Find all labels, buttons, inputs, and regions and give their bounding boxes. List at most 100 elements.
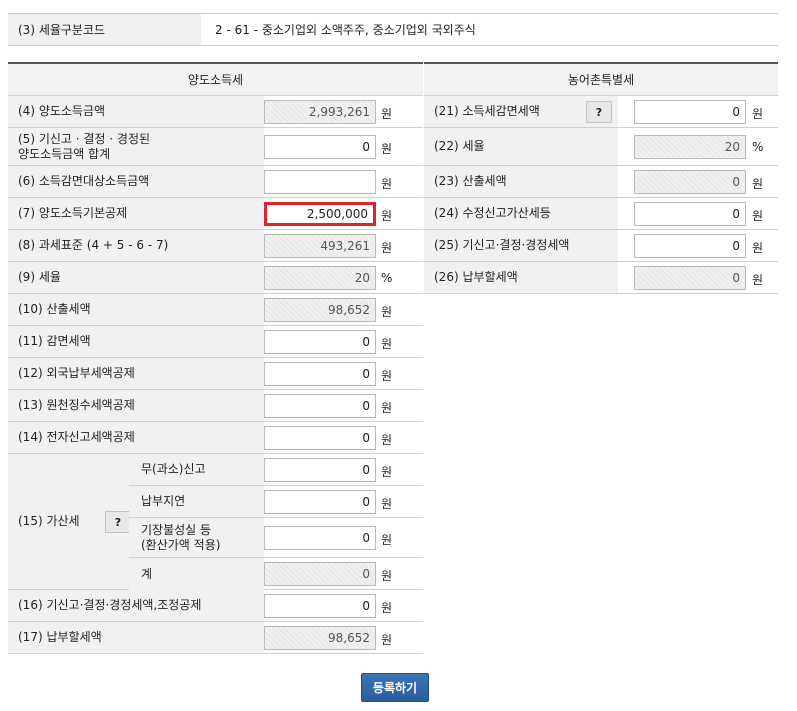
row-21: (21) 소득세감면세액 ? 0 원 [424,96,778,128]
reduction-help-button[interactable]: ? [586,101,612,123]
row-label: (13) 원천징수세액공제 [8,390,264,421]
penalty-row-total: 계 0 원 [129,558,423,590]
row-8: (8) 과세표준 (4 + 5 - 6 - 7) 493,261 원 [8,230,423,262]
penalty-tax-group: (15) 가산세 ? 무(과소)신고 0 원 납부지연 0 원 기장불성실 등 … [8,454,423,590]
unit-label: 원 [381,465,393,479]
row-14: (14) 전자신고세액공제 0 원 [8,422,423,454]
row-24: (24) 수정신고가산세등 0 원 [424,198,778,230]
row-label: (4) 양도소득금액 [8,96,264,127]
row-label: (11) 감면세액 [8,326,264,357]
row-6: (6) 소득감면대상소득금액 원 [8,166,423,198]
unit-label: 원 [752,107,764,121]
reduction-target-income-input[interactable] [264,170,376,194]
penalty-sub-label: 계 [129,558,264,590]
tax-base-field: 493,261 [264,234,376,258]
row-label: (23) 산출세액 [424,166,618,197]
row-label: (26) 납부할세액 [424,262,618,293]
tax-rate-code-row: (3) 세율구분코드 2 - 61 - 중소기업외 소액주주, 중소기업외 국외… [8,13,778,46]
unit-label: 원 [752,177,764,191]
capital-gains-tax-header: 양도소득세 [8,62,423,96]
row-5: (5) 기신고 · 결정 · 경정된 양도소득금액 합계 0 원 [8,128,423,166]
row-12: (12) 외국납부세액공제 0 원 [8,358,423,390]
rural-calculated-tax-field: 0 [634,170,746,194]
e-filing-credit-input[interactable]: 0 [264,426,376,450]
unit-label: 원 [752,209,764,223]
row-label: (5) 기신고 · 결정 · 경정된 양도소득금액 합계 [8,128,264,165]
unit-label: 원 [381,497,393,511]
tax-reduction-input[interactable]: 0 [264,330,376,354]
row-label: (24) 수정신고가산세등 [424,198,618,229]
row-label: (14) 전자신고세액공제 [8,422,264,453]
row-26: (26) 납부할세액 0 원 [424,262,778,294]
penalty-sub-label: 납부지연 [129,486,264,517]
penalty-sub-label: 기장불성실 등 (환산가액 적용) [129,518,264,557]
row-23: (23) 산출세액 0 원 [424,166,778,198]
penalty-help-button[interactable]: ? [105,511,131,533]
unit-label: 원 [381,533,393,547]
row-10: (10) 산출세액 98,652 원 [8,294,423,326]
row-label-text: (5) 기신고 · 결정 · 경정된 양도소득금액 합계 [18,131,151,161]
row-label: (17) 납부할세액 [8,622,264,653]
unit-label: 원 [381,433,393,447]
unit-label: 원 [381,601,393,615]
unit-label: 원 [752,241,764,255]
transfer-income-amount-field: 2,993,261 [264,100,376,124]
unit-label: 원 [381,177,393,191]
row-label: (22) 세율 [424,128,618,165]
unit-label: 원 [381,369,393,383]
amended-penalty-input[interactable]: 0 [634,202,746,226]
row-label: (7) 양도소득기본공제 [8,198,264,229]
penalty-row-late-payment: 납부지연 0 원 [129,486,423,518]
tax-rate-code-value: 2 - 61 - 중소기업외 소액주주, 중소기업외 국외주식 [215,23,476,37]
unreported-penalty-input[interactable]: 0 [264,458,376,482]
row-label: (6) 소득감면대상소득금액 [8,166,264,197]
rural-special-tax-header: 농어촌특별세 [424,62,778,96]
prior-tax-adjustment-input[interactable]: 0 [264,594,376,618]
rural-special-tax-section: 농어촌특별세 (21) 소득세감면세액 ? 0 원 (22) 세율 20 % (… [424,62,778,294]
penalty-sub-label-text: 기장불성실 등 (환산가액 적용) [141,522,221,552]
rural-prior-tax-input[interactable]: 0 [634,234,746,258]
row-4: (4) 양도소득금액 2,993,261 원 [8,96,423,128]
penalty-row-unreported: 무(과소)신고 0 원 [129,454,423,486]
foreign-tax-credit-input[interactable]: 0 [264,362,376,386]
unit-label: 원 [381,337,393,351]
penalty-row-bookkeeping: 기장불성실 등 (환산가액 적용) 0 원 [129,518,423,558]
unit-label: 원 [381,401,393,415]
unit-label: 원 [381,142,393,156]
unit-label: 원 [381,107,393,121]
payable-tax-field: 98,652 [264,626,376,650]
row-13: (13) 원천징수세액공제 0 원 [8,390,423,422]
unit-label: 원 [752,273,764,287]
penalty-total-field: 0 [264,562,376,586]
late-payment-penalty-input[interactable]: 0 [264,490,376,514]
capital-gains-tax-section: 양도소득세 (4) 양도소득금액 2,993,261 원 (5) 기신고 · 결… [8,62,423,654]
withholding-tax-credit-input[interactable]: 0 [264,394,376,418]
row-label: (16) 기신고·결정·경정세액,조정공제 [8,590,264,621]
rural-payable-tax-field: 0 [634,266,746,290]
prior-reported-income-input[interactable]: 0 [264,135,376,159]
row-17: (17) 납부할세액 98,652 원 [8,622,423,654]
unit-label: 원 [381,633,393,647]
row-label: (9) 세율 [8,262,264,293]
tax-rate-field: 20 [264,266,376,290]
unit-label: 원 [381,241,393,255]
register-button[interactable]: 등록하기 [361,673,429,702]
unit-label: % [381,271,393,285]
bookkeeping-penalty-input[interactable]: 0 [264,526,376,550]
calculated-tax-field: 98,652 [264,298,376,322]
row-11: (11) 감면세액 0 원 [8,326,423,358]
basic-deduction-input[interactable]: 2,500,000 [264,202,376,226]
penalty-sub-label: 무(과소)신고 [129,454,264,485]
row-7: (7) 양도소득기본공제 2,500,000 원 [8,198,423,230]
row-9: (9) 세율 20 % [8,262,423,294]
row-label: (10) 산출세액 [8,294,264,325]
row-25: (25) 기신고·결정·경정세액 0 원 [424,230,778,262]
income-tax-reduction-input[interactable]: 0 [634,100,746,124]
row-label: (8) 과세표준 (4 + 5 - 6 - 7) [8,230,264,261]
row-label: (12) 외국납부세액공제 [8,358,264,389]
tax-form: 양도소득세 (4) 양도소득금액 2,993,261 원 (5) 기신고 · 결… [8,62,778,654]
unit-label: 원 [381,569,393,583]
row-22: (22) 세율 20 % [424,128,778,166]
rural-tax-rate-field: 20 [634,135,746,159]
tax-rate-code-label: (3) 세율구분코드 [8,14,201,45]
